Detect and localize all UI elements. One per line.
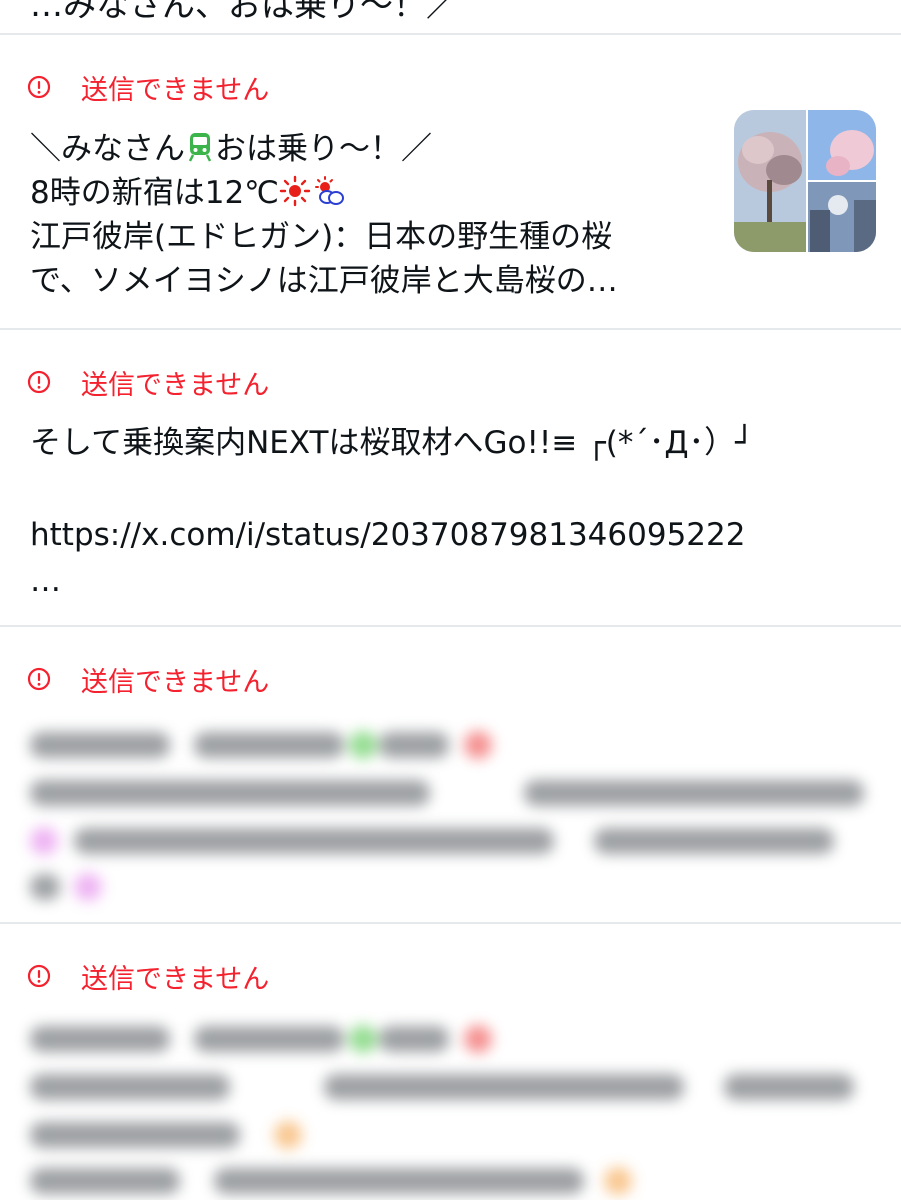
sun-behind-cloud-icon — [314, 176, 344, 205]
error-label: 送信できません — [81, 74, 270, 106]
post-link[interactable]: https://x.com/i/status/20370879813460952… — [30, 512, 754, 558]
post-text-segment: ＼みなさん — [30, 131, 185, 167]
sun-icon — [279, 175, 311, 207]
post-text-ellipsis: … — [30, 563, 61, 599]
previous-message-fragment: …みなさん、おは乗り〜！／ — [0, 0, 901, 33]
failed-post-4[interactable]: 送信できません — [0, 924, 901, 1200]
previous-message-text: …みなさん、おは乗り〜！／ — [30, 0, 459, 24]
failed-post-2[interactable]: 送信できません そして乗換案内NEXTは桜取材へGo!!≡ ┌(*´･Д･）┘ … — [0, 330, 901, 625]
post-text: ＼みなさん おは乗り〜！／ 8時の新宿は12℃ 江戸彼岸(エドヒガン)：日本の野… — [30, 127, 618, 303]
error-row: 送信できません — [27, 362, 269, 402]
error-icon — [27, 370, 51, 394]
post-text-segment: 江戸彼岸(エドヒガン)：日本の野生種の桜 — [30, 219, 613, 255]
error-label: 送信できません — [81, 963, 270, 995]
error-row: 送信できません — [27, 67, 269, 107]
error-icon — [27, 667, 51, 691]
failed-post-1[interactable]: 送信できません ＼みなさん おは乗り〜！／ 8時の新宿は12℃ 江戸彼岸(エドヒ… — [0, 35, 901, 328]
error-icon — [27, 75, 51, 99]
train-icon — [188, 133, 212, 162]
error-label: 送信できません — [81, 369, 270, 401]
failed-post-3[interactable]: 送信できません — [0, 627, 901, 922]
blurred-post-text — [24, 722, 877, 901]
error-label: 送信できません — [81, 666, 270, 698]
post-text-segment: 8時の新宿は12℃ — [30, 175, 279, 211]
error-row: 送信できません — [27, 659, 269, 699]
post-image-thumbnail[interactable] — [734, 110, 876, 252]
post-text-segment — [30, 466, 754, 512]
error-row: 送信できません — [27, 956, 269, 996]
post-text-segment: で、ソメイヨシノは江戸彼岸と大島桜の… — [30, 263, 618, 299]
blurred-post-text — [24, 1016, 877, 1196]
post-text-segment: おは乗り〜！／ — [215, 131, 432, 167]
error-icon — [27, 964, 51, 988]
post-text: そして乗換案内NEXTは桜取材へGo!!≡ ┌(*´･Д･）┘ https://… — [30, 420, 754, 604]
post-text-segment: そして乗換案内NEXTは桜取材へGo!!≡ ┌(*´･Д･）┘ — [30, 425, 754, 461]
